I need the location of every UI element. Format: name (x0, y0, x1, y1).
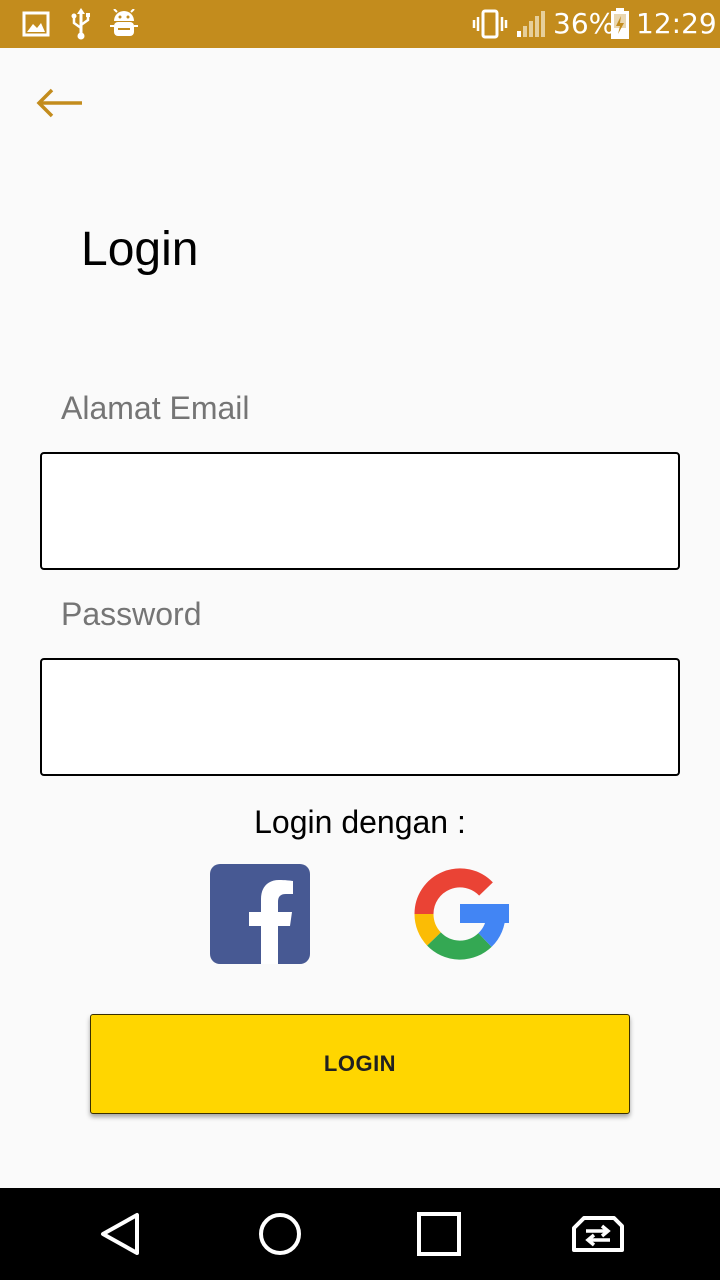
android-debug-icon (110, 0, 138, 48)
signal-icon (516, 0, 548, 48)
image-icon (22, 0, 50, 48)
home-circle-icon (259, 1213, 301, 1255)
nav-recents-button[interactable] (379, 1188, 499, 1280)
nav-back-button[interactable] (60, 1188, 180, 1280)
nav-switch-app-button[interactable] (538, 1188, 658, 1280)
switch-app-icon (572, 1216, 624, 1252)
password-field[interactable] (40, 658, 680, 776)
back-triangle-icon (101, 1213, 139, 1255)
login-button[interactable]: LOGIN (90, 1014, 630, 1114)
back-button[interactable] (30, 80, 90, 126)
google-icon (414, 868, 509, 960)
battery-percent: 36% (553, 7, 616, 40)
battery-charging-icon (610, 0, 630, 48)
facebook-icon (210, 864, 310, 964)
page-title: Login (81, 223, 199, 276)
email-label: Alamat Email (61, 390, 250, 426)
facebook-login-button[interactable] (210, 864, 310, 964)
arrow-left-icon (36, 88, 82, 118)
social-login-label: Login dengan : (254, 804, 466, 840)
nav-home-button[interactable] (220, 1188, 340, 1280)
usb-icon (70, 0, 92, 48)
clock: 12:29 (636, 7, 717, 40)
vibrate-icon (472, 0, 508, 48)
navigation-bar (0, 1188, 720, 1280)
recents-square-icon (417, 1212, 461, 1256)
google-login-button[interactable] (410, 864, 510, 964)
email-field[interactable] (40, 452, 680, 570)
password-label: Password (61, 596, 202, 632)
status-bar: 36% 12:29 (0, 0, 720, 48)
